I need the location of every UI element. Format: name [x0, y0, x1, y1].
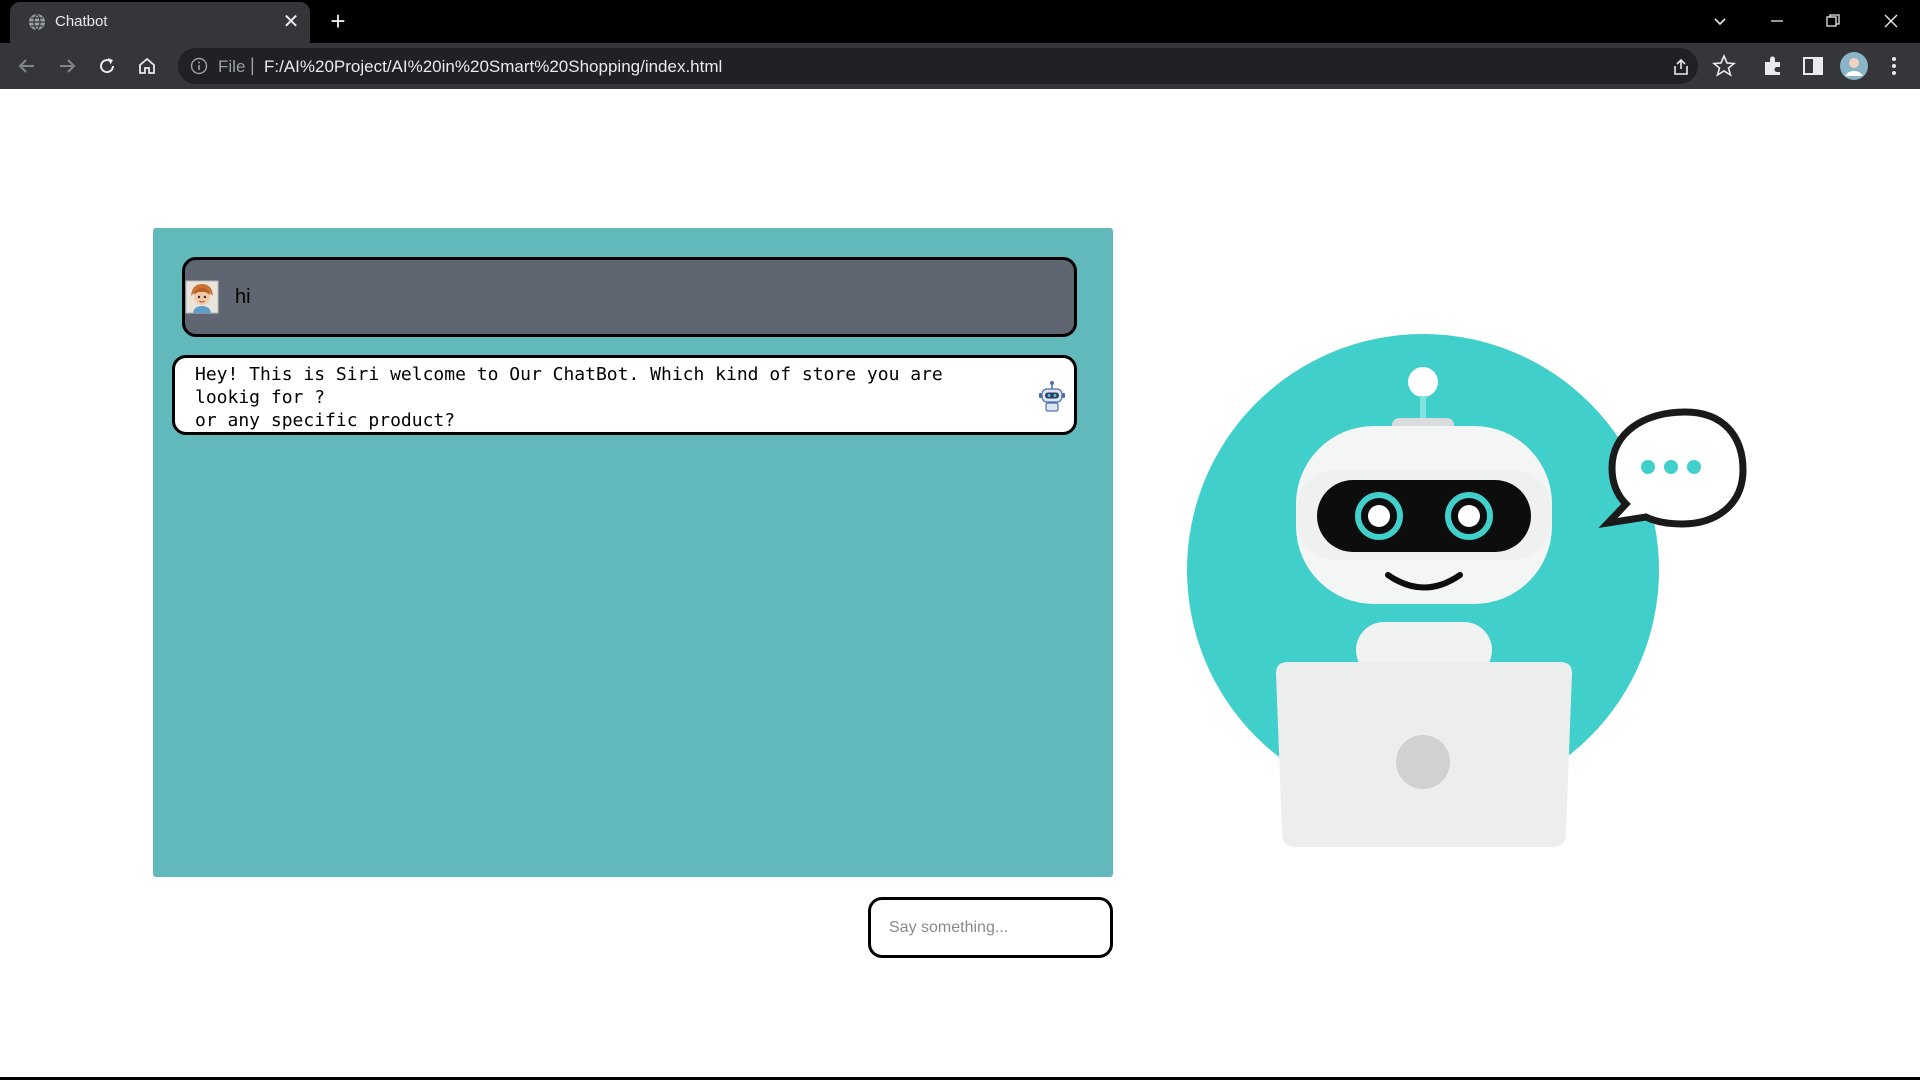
- new-tab-button[interactable]: +: [324, 7, 352, 35]
- user-avatar-icon: [185, 280, 219, 314]
- browser-tab[interactable]: Chatbot ✕: [10, 2, 310, 43]
- globe-icon: [29, 13, 45, 31]
- profile-avatar[interactable]: [1839, 51, 1869, 81]
- forward-arrow-icon: [60, 59, 76, 73]
- chat-panel: hi Hey! This is Siri welcome to Our Chat…: [153, 228, 1113, 877]
- user-message: hi: [182, 257, 1077, 337]
- menu-icon[interactable]: [1881, 53, 1907, 79]
- minimize-button[interactable]: [1762, 6, 1792, 36]
- back-button[interactable]: [12, 51, 42, 81]
- restore-button[interactable]: [1818, 6, 1848, 36]
- star-icon[interactable]: [1711, 53, 1737, 79]
- url-separator: |: [250, 55, 255, 75]
- message-input[interactable]: [868, 897, 1113, 958]
- tab-close-icon[interactable]: ✕: [280, 11, 302, 33]
- home-icon: [139, 57, 155, 74]
- browser-toolbar: File | F:/AI%20Project/AI%20in%20Smart%2…: [0, 43, 1920, 89]
- info-icon[interactable]: [190, 57, 208, 75]
- url-text[interactable]: F:/AI%20Project/AI%20in%20Smart%20Shoppi…: [264, 57, 722, 77]
- reload-button[interactable]: [92, 51, 122, 81]
- browser-titlebar: Chatbot ✕ +: [0, 0, 1920, 43]
- close-window-button[interactable]: [1876, 6, 1906, 36]
- bot-message: Hey! This is Siri welcome to Our ChatBot…: [172, 355, 1077, 435]
- bot-message-text: Hey! This is Siri welcome to Our ChatBot…: [195, 364, 943, 431]
- forward-button[interactable]: [52, 51, 82, 81]
- url-scheme-label: File: [218, 57, 246, 76]
- address-bar[interactable]: File | F:/AI%20Project/AI%20in%20Smart%2…: [178, 48, 1698, 84]
- home-button[interactable]: [132, 51, 162, 81]
- bot-avatar-icon: [1039, 381, 1065, 412]
- extensions-icon[interactable]: [1760, 53, 1786, 79]
- user-message-text: hi: [235, 286, 251, 308]
- reload-icon: [100, 58, 115, 74]
- tab-search-icon[interactable]: [1705, 6, 1735, 36]
- robot-illustration: [1187, 334, 1747, 847]
- side-panel-icon[interactable]: [1800, 53, 1826, 79]
- tab-title: Chatbot: [55, 13, 108, 30]
- back-arrow-icon: [18, 59, 34, 73]
- share-icon[interactable]: [1671, 57, 1691, 77]
